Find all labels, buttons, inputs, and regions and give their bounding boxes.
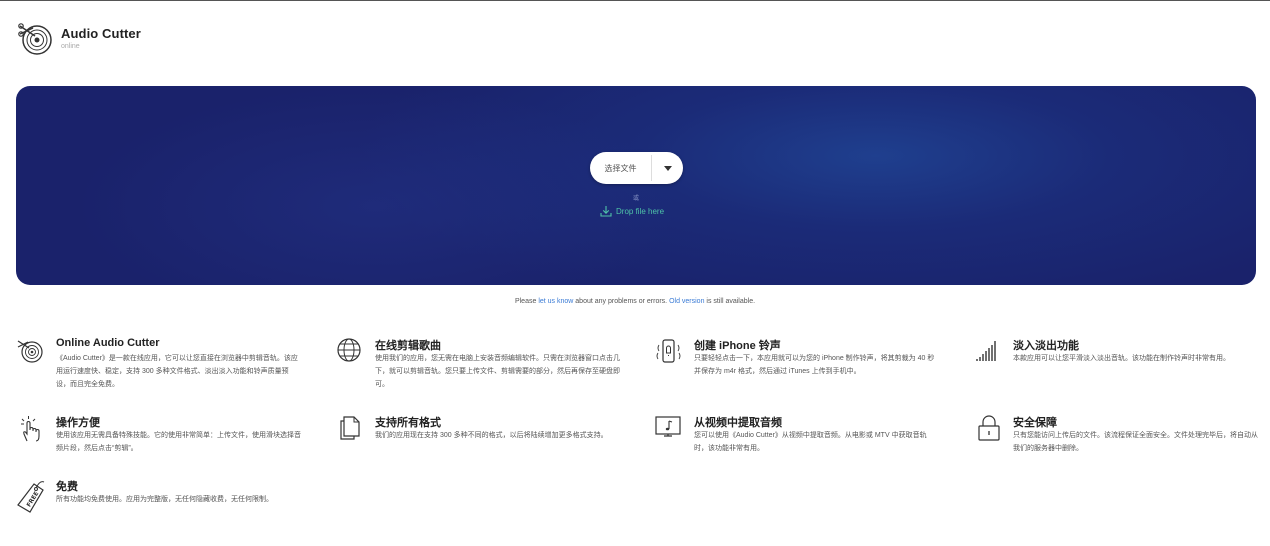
download-icon: [600, 206, 612, 217]
feature-title: 创建 iPhone 铃声: [694, 340, 781, 352]
feature-title: Online Audio Cutter: [56, 337, 160, 349]
note-suffix: is still available.: [704, 298, 756, 305]
feature-desc: 所有功能均免费使用。应用为完整版，无任何隐藏收费，无任何限制。: [56, 496, 273, 503]
fade-bars-icon: [976, 341, 996, 361]
feedback-note: Please let us know about any problems or…: [0, 298, 1270, 305]
video-music-icon: [655, 416, 681, 437]
hand-click-icon: [21, 416, 40, 442]
app-subtitle: online: [61, 43, 80, 50]
phone-ringtone-icon: [656, 339, 681, 363]
feature-desc: 使用我们的应用，您无需在电脑上安装音频编辑软件。只需在浏览器窗口点击几下，就可以…: [375, 355, 620, 388]
note-prefix: Please: [514, 298, 539, 305]
feature-desc: 《Audio Cutter》是一款在线应用，它可以让您直接在浏览器中剪辑音轨。该…: [56, 355, 298, 388]
drop-file-text[interactable]: Drop file here: [616, 207, 664, 216]
app-name[interactable]: Audio Cutter: [61, 26, 141, 41]
feature-title: 在线剪辑歌曲: [375, 340, 441, 352]
site-header: Audio Cutter online: [17, 18, 141, 58]
feature-desc: 使用该应用无需具备特殊技能。它的使用非常简单：上传文件，使用滑块选择音频片段，然…: [56, 432, 301, 452]
feature-title: 操作方便: [56, 417, 100, 429]
or-text: 或: [632, 196, 639, 202]
old-version-link[interactable]: Old version: [669, 298, 704, 305]
hero-glow: [16, 86, 1256, 285]
upload-panel: 选择文件 或 Drop file here: [16, 86, 1256, 285]
feature-desc: 您可以使用《Audio Cutter》从视频中提取音频。从电影或 MTV 中获取…: [694, 432, 927, 452]
lock-icon: [978, 415, 1000, 441]
feature-title: 免费: [56, 481, 78, 493]
globe-icon: [337, 338, 361, 362]
feature-title: 支持所有格式: [375, 417, 441, 429]
files-icon: [340, 416, 360, 440]
feature-desc: 只要轻轻点击一下，本应用就可以为您的 iPhone 制作铃声，将其剪裁为 40 …: [694, 355, 935, 375]
feature-desc: 只有您能访问上传后的文件。该流程保证全面安全。文件处理完毕后，将自动从我们的服务…: [1013, 432, 1258, 452]
feature-title: 淡入淡出功能: [1013, 340, 1079, 352]
feature-title: 从视频中提取音频: [694, 417, 782, 429]
choose-file-label[interactable]: 选择文件: [590, 163, 651, 174]
feature-desc: 本款应用可以让您平滑淡入淡出音轨。该功能在制作铃声时非常有用。: [1013, 355, 1230, 362]
choose-file-button[interactable]: 选择文件: [590, 152, 683, 184]
drop-zone-hint[interactable]: Drop file here: [599, 204, 664, 218]
top-border: [0, 0, 1270, 1]
free-tag-icon: FREE: [17, 481, 45, 513]
note-middle: about any problems or errors.: [573, 298, 670, 305]
caret-down-icon[interactable]: [663, 165, 672, 171]
vinyl-scissors-icon[interactable]: [17, 20, 53, 56]
feature-title: 安全保障: [1013, 417, 1057, 429]
vinyl-scissors-icon: [17, 340, 43, 363]
feature-desc: 我们的应用现在支持 300 多种不同的格式，以后将陆续增加更多格式支持。: [375, 432, 608, 439]
feedback-link[interactable]: let us know: [538, 298, 573, 305]
source-dropdown[interactable]: [652, 165, 683, 171]
